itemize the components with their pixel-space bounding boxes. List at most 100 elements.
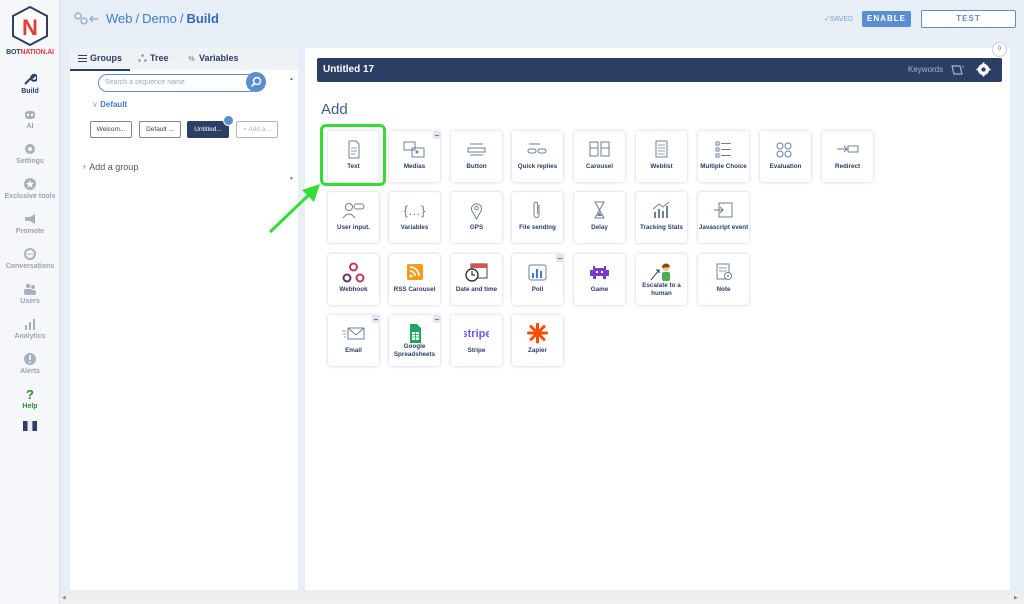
nav-analytics[interactable]: Analytics bbox=[0, 317, 60, 340]
space-invader-icon bbox=[590, 266, 609, 279]
svg-text:%: % bbox=[188, 56, 195, 62]
gear-icon bbox=[25, 144, 35, 154]
tile-label: Multiple Choice bbox=[700, 163, 747, 170]
tile-label: Poll bbox=[531, 286, 544, 293]
tile-label: Date and time bbox=[455, 286, 498, 293]
left-navigation: N BOTNATION.AI Build AI Settings Exclusi… bbox=[0, 0, 60, 604]
svg-text:stripe: stripe bbox=[464, 328, 489, 340]
tile-weblist[interactable]: Weblist bbox=[636, 131, 687, 182]
tile-label: Evaluation bbox=[769, 163, 802, 170]
breadcrumb-web[interactable]: Web bbox=[106, 11, 133, 26]
tile-label: Webhook bbox=[339, 286, 368, 293]
nav-help[interactable]: ? Help bbox=[0, 387, 60, 410]
chat-icon bbox=[24, 248, 36, 260]
nav-settings[interactable]: Settings bbox=[0, 142, 60, 165]
tile-gps[interactable]: GPS bbox=[451, 192, 502, 243]
settings-gear-icon[interactable] bbox=[976, 62, 991, 77]
tile-zapier[interactable]: Zapier bbox=[512, 315, 563, 366]
tile-medias[interactable]: Medias bbox=[389, 131, 441, 182]
tile-label: Google Spreadsheets bbox=[393, 343, 436, 358]
breadcrumb-demo[interactable]: Demo bbox=[142, 11, 177, 26]
tab-tree[interactable]: Tree bbox=[138, 53, 169, 63]
keywords-icon[interactable]: 0 bbox=[950, 63, 964, 77]
tile-note[interactable]: Note bbox=[698, 254, 749, 305]
tile-evaluation[interactable]: Evaluation bbox=[760, 131, 811, 182]
star-badge-icon bbox=[24, 178, 36, 190]
sequence-untitled[interactable]: Untitled... bbox=[187, 121, 229, 138]
tile-label: Game bbox=[590, 286, 609, 293]
tile-file-sending[interactable]: File sending bbox=[512, 192, 563, 243]
tile-poll[interactable]: Poll bbox=[512, 254, 564, 305]
scroll-right-arrow[interactable]: ▶ bbox=[1014, 595, 1018, 601]
user-input-icon bbox=[342, 203, 365, 219]
scroll-left-arrow[interactable]: ◀ bbox=[62, 595, 66, 601]
sequence-search-input[interactable]: Search a sequence name bbox=[98, 74, 260, 92]
question-icon: ? bbox=[26, 387, 34, 401]
add-group-button[interactable]: + Add a group bbox=[82, 162, 138, 172]
tile-escalate-to-human[interactable]: Escalate to a human bbox=[636, 254, 687, 305]
tile-multiple-choice[interactable]: Multiple Choice bbox=[698, 131, 749, 182]
sequence-title[interactable]: Untitled 17 bbox=[323, 64, 374, 75]
search-button[interactable] bbox=[246, 72, 266, 92]
nav-conversations[interactable]: Conversations bbox=[0, 247, 60, 270]
carousel-icon bbox=[589, 141, 610, 157]
sequence-default[interactable]: Default ... bbox=[139, 121, 181, 138]
test-button[interactable]: TEST bbox=[921, 10, 1016, 28]
tile-label: Tracking Stats bbox=[639, 224, 684, 231]
tile-variables[interactable]: {…} Variables bbox=[389, 192, 440, 243]
enable-button[interactable]: ENABLE bbox=[862, 11, 911, 27]
scroll-up-arrow[interactable]: ▲ bbox=[289, 76, 294, 82]
svg-text:N: N bbox=[22, 15, 38, 40]
tile-carousel[interactable]: Carousel bbox=[574, 131, 625, 182]
quick-replies-icon bbox=[527, 143, 547, 154]
nav-ai[interactable]: AI bbox=[0, 107, 60, 130]
tile-redirect[interactable]: Redirect bbox=[822, 131, 873, 182]
horizontal-scrollbar[interactable] bbox=[60, 594, 1024, 604]
escalate-human-icon bbox=[650, 263, 670, 281]
saved-status: ✓SAVED bbox=[824, 16, 854, 23]
add-sequence-button[interactable]: + Add a... bbox=[236, 121, 278, 138]
nav-users[interactable]: Users bbox=[0, 282, 60, 305]
users-icon bbox=[24, 283, 36, 295]
tile-google-spreadsheets[interactable]: Google Spreadsheets bbox=[389, 315, 441, 366]
tab-variables[interactable]: % Variables bbox=[187, 53, 238, 63]
analytics-icon bbox=[25, 319, 35, 330]
tile-delay[interactable]: Delay bbox=[574, 192, 625, 243]
expand-icon[interactable] bbox=[433, 315, 441, 323]
nav-build[interactable]: Build bbox=[0, 72, 60, 95]
sequence-link-icon[interactable] bbox=[223, 115, 234, 126]
rss-icon bbox=[407, 264, 423, 280]
nav-alerts[interactable]: Alerts bbox=[0, 352, 60, 375]
location-pin-icon bbox=[471, 203, 482, 221]
tile-quick-replies[interactable]: Quick replies bbox=[512, 131, 563, 182]
tile-button[interactable]: Button bbox=[451, 131, 502, 182]
tile-email[interactable]: Email bbox=[328, 315, 380, 366]
tab-groups[interactable]: Groups bbox=[69, 53, 131, 71]
nav-promote[interactable]: Promote bbox=[0, 212, 60, 235]
tile-label: File sending bbox=[519, 224, 556, 231]
nav-exclusive-tools[interactable]: Exclusive tools bbox=[0, 177, 60, 200]
tile-rss-carousel[interactable]: RSS Carousel bbox=[389, 254, 440, 305]
tile-user-input[interactable]: User input. bbox=[328, 192, 379, 243]
tile-tracking-stats[interactable]: Tracking Stats bbox=[636, 192, 687, 243]
expand-icon[interactable] bbox=[556, 254, 564, 262]
tile-webhook[interactable]: Webhook bbox=[328, 254, 379, 305]
expand-icon[interactable] bbox=[372, 315, 380, 323]
variables-icon: % bbox=[188, 56, 195, 62]
expand-icon[interactable] bbox=[433, 131, 441, 139]
flow-back-icon[interactable] bbox=[74, 12, 100, 26]
tile-game[interactable]: Game bbox=[574, 254, 625, 305]
sequence-welcome[interactable]: Welcom... bbox=[90, 121, 132, 138]
tile-stripe[interactable]: stripe Stripe bbox=[451, 315, 502, 366]
svg-text:{…}: {…} bbox=[404, 203, 426, 218]
language-flag-icon[interactable] bbox=[23, 421, 37, 431]
keywords-label[interactable]: Keywords bbox=[908, 65, 943, 74]
nav-label: AI bbox=[26, 123, 34, 130]
tile-javascript-event[interactable]: Javascript event bbox=[698, 192, 749, 243]
group-default[interactable]: ∨ Default bbox=[92, 100, 127, 109]
tile-date-and-time[interactable]: Date and time bbox=[451, 254, 502, 305]
megaphone-icon bbox=[25, 214, 35, 224]
webhook-icon bbox=[342, 262, 365, 283]
nav-label: Conversations bbox=[5, 263, 55, 270]
tile-label: Escalate to a human bbox=[642, 282, 681, 297]
